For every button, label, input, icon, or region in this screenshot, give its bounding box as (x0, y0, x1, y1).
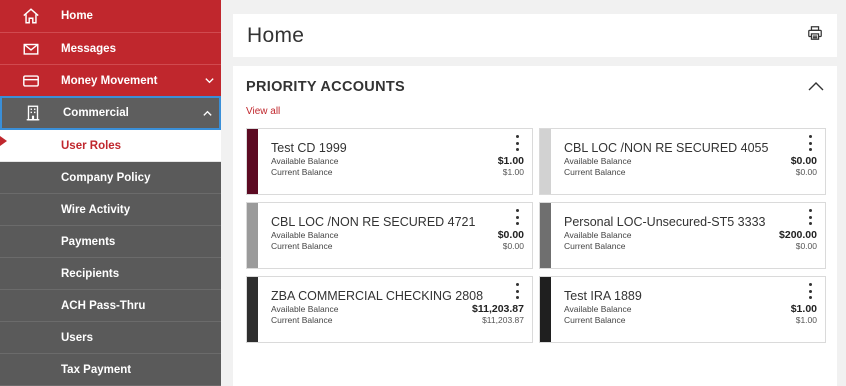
current-balance-value: $1.00 (502, 167, 524, 177)
current-balance-label: Current Balance (564, 167, 626, 177)
sidebar: Home Messages Money Movement Commercial (0, 0, 221, 386)
sidebar-subitem-users[interactable]: Users (0, 322, 221, 354)
account-tile[interactable]: Personal LOC-Unsecured-ST5 3333 Availabl… (539, 202, 826, 269)
account-color-bar (540, 277, 551, 342)
sidebar-item-label: Commercial (63, 107, 129, 119)
available-balance-label: Available Balance (271, 304, 339, 314)
available-balance-value: $1.00 (790, 303, 817, 315)
available-balance-label: Available Balance (564, 230, 632, 240)
current-balance-row: Current Balance $1.00 (564, 315, 817, 326)
account-color-bar (247, 203, 258, 268)
current-balance-value: $1.00 (795, 315, 817, 325)
account-color-bar (247, 277, 258, 342)
available-balance-value: $11,203.87 (472, 303, 524, 315)
sidebar-item-home[interactable]: Home (0, 0, 221, 32)
sidebar-primary-nav: Home Messages Money Movement (0, 0, 221, 96)
available-balance-value: $200.00 (779, 229, 817, 241)
current-balance-row: Current Balance $1.00 (271, 167, 524, 178)
account-tile[interactable]: Test CD 1999 Available Balance $1.00 Curr… (246, 128, 533, 195)
available-balance-value: $0.00 (790, 155, 817, 167)
available-balance-row: Available Balance $200.00 (564, 230, 817, 241)
available-balance-value: $1.00 (497, 155, 524, 167)
current-balance-label: Current Balance (271, 315, 333, 325)
page-title: Home (247, 23, 305, 47)
sidebar-subitem-company-policy[interactable]: Company Policy (0, 162, 221, 194)
available-balance-label: Available Balance (564, 304, 632, 314)
sidebar-subitem-wire-activity[interactable]: Wire Activity (0, 194, 221, 226)
chevron-down-icon (197, 75, 221, 86)
print-icon[interactable] (807, 25, 823, 46)
current-balance-row: Current Balance $0.00 (564, 241, 817, 252)
sidebar-subitem-tax-payment[interactable]: Tax Payment (0, 354, 221, 386)
account-name: Test CD 1999 (271, 141, 347, 155)
kebab-menu-icon[interactable] (514, 209, 520, 225)
priority-accounts-panel: PRIORITY ACCOUNTS View all Test CD 1999 … (233, 66, 837, 386)
available-balance-label: Available Balance (271, 230, 339, 240)
sidebar-item-label: Home (61, 10, 93, 22)
current-balance-row: Current Balance $0.00 (271, 241, 524, 252)
available-balance-value: $0.00 (497, 229, 524, 241)
current-balance-value: $11,203.87 (482, 315, 524, 325)
available-balance-row: Available Balance $11,203.87 (271, 304, 524, 315)
current-balance-value: $0.00 (502, 241, 524, 251)
sidebar-subitem-ach-pass-thru[interactable]: ACH Pass-Thru (0, 290, 221, 322)
kebab-menu-icon[interactable] (807, 209, 813, 225)
kebab-menu-icon[interactable] (514, 283, 520, 299)
chevron-up-icon[interactable] (808, 78, 824, 96)
available-balance-row: Available Balance $1.00 (564, 304, 817, 315)
building-icon (2, 104, 63, 122)
account-color-bar (540, 129, 551, 194)
chevron-up-icon (195, 108, 219, 119)
priority-accounts-title: PRIORITY ACCOUNTS (246, 78, 405, 95)
available-balance-row: Available Balance $1.00 (271, 156, 524, 167)
account-tile[interactable]: CBL LOC /NON RE SECURED 4055 Available B… (539, 128, 826, 195)
sidebar-item-money-movement[interactable]: Money Movement (0, 64, 221, 96)
kebab-menu-icon[interactable] (807, 283, 813, 299)
sidebar-item-messages[interactable]: Messages (0, 32, 221, 64)
account-tile[interactable]: CBL LOC /NON RE SECURED 4721 Available B… (246, 202, 533, 269)
available-balance-label: Available Balance (564, 156, 632, 166)
current-balance-label: Current Balance (564, 241, 626, 251)
priority-accounts-header: PRIORITY ACCOUNTS (246, 66, 824, 107)
account-name: ZBA COMMERCIAL CHECKING 2808 (271, 289, 484, 303)
account-name: Test IRA 1889 (564, 289, 642, 303)
sidebar-submenu: User Roles Company Policy Wire Activity … (0, 130, 221, 386)
current-balance-value: $0.00 (795, 167, 817, 177)
sidebar-subitem-recipients[interactable]: Recipients (0, 258, 221, 290)
account-name: Personal LOC-Unsecured-ST5 3333 (564, 215, 766, 229)
page-header: Home (233, 14, 837, 57)
current-balance-value: $0.00 (795, 241, 817, 251)
current-balance-row: Current Balance $11,203.87 (271, 315, 524, 326)
account-tile[interactable]: Test IRA 1889 Available Balance $1.00 Cur… (539, 276, 826, 343)
kebab-menu-icon[interactable] (807, 135, 813, 151)
current-balance-label: Current Balance (271, 167, 333, 177)
card-icon (0, 72, 61, 90)
sidebar-item-label: Messages (61, 42, 116, 55)
available-balance-row: Available Balance $0.00 (271, 230, 524, 241)
account-name: CBL LOC /NON RE SECURED 4055 (564, 141, 769, 155)
account-name: CBL LOC /NON RE SECURED 4721 (271, 215, 476, 229)
sidebar-item-commercial[interactable]: Commercial (0, 96, 221, 130)
sidebar-subitem-payments[interactable]: Payments (0, 226, 221, 258)
active-pointer-marker (0, 136, 7, 146)
available-balance-row: Available Balance $0.00 (564, 156, 817, 167)
current-balance-label: Current Balance (564, 315, 626, 325)
sidebar-subitem-user-roles[interactable]: User Roles (0, 130, 221, 162)
available-balance-label: Available Balance (271, 156, 339, 166)
home-icon (0, 7, 61, 25)
account-color-bar (247, 129, 258, 194)
account-color-bar (540, 203, 551, 268)
account-tile[interactable]: ZBA COMMERCIAL CHECKING 2808 Available B… (246, 276, 533, 343)
account-tiles-grid: Test CD 1999 Available Balance $1.00 Curr… (246, 128, 826, 343)
current-balance-label: Current Balance (271, 241, 333, 251)
sidebar-item-label: Money Movement (61, 74, 158, 87)
envelope-icon (0, 40, 61, 58)
view-all-link[interactable]: View all (246, 106, 824, 128)
kebab-menu-icon[interactable] (514, 135, 520, 151)
current-balance-row: Current Balance $0.00 (564, 167, 817, 178)
